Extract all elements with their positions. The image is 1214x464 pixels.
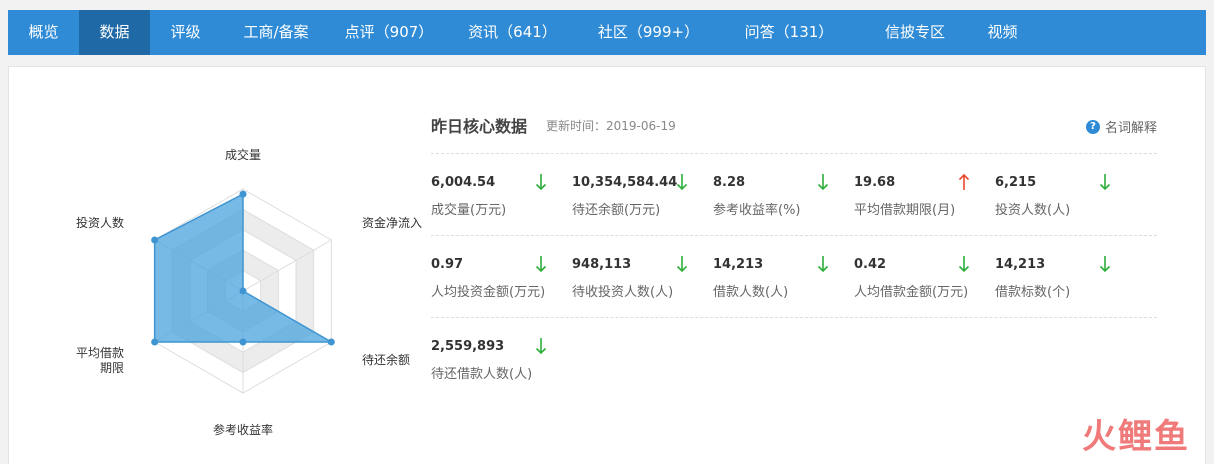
metric-item: 6,004.54 成交量(万元) <box>431 174 561 225</box>
radar-axis-label: 待还余额 <box>362 352 410 367</box>
metric-value: 0.97 <box>431 257 464 272</box>
update-time: 更新时间：2019-06-19 <box>546 119 676 133</box>
arrow-down-icon <box>535 338 547 355</box>
metric-item: 6,215 投资人数(人) <box>995 174 1125 225</box>
metric-label: 待还余额(万元) <box>572 203 661 218</box>
tab-overview[interactable]: 概览 <box>8 10 79 55</box>
metric-label: 借款标数(个) <box>995 285 1071 300</box>
arrow-up-icon <box>958 173 970 190</box>
arrow-down-icon <box>817 174 829 191</box>
radar-axis-label: 资金净流入 <box>362 215 422 230</box>
metric-label: 成交量(万元) <box>431 203 507 218</box>
radar-axis-label: 成交量 <box>225 147 261 162</box>
radar-point[interactable] <box>239 287 247 295</box>
tab-video[interactable]: 视频 <box>971 10 1034 55</box>
tab-qa[interactable]: 问答（131） <box>719 10 859 55</box>
metric-item: 948,113 待收投资人数(人) <box>572 256 702 307</box>
metric-label: 参考收益率(%) <box>713 203 801 218</box>
tab-data[interactable]: 数据 <box>79 10 150 55</box>
arrow-down-icon <box>817 256 829 273</box>
metric-item: 10,354,584.44 待还余额(万元) <box>572 174 702 225</box>
radar-point[interactable] <box>327 338 335 346</box>
watermark-logo: 火鲤鱼 <box>1082 417 1190 457</box>
arrow-down-icon <box>676 174 688 191</box>
core-data-header: 昨日核心数据 更新时间：2019-06-19 ? 名词解释 <box>431 113 1157 137</box>
tab-news[interactable]: 资讯（641） <box>447 10 578 55</box>
data-panel: 成交量资金净流入待还余额参考收益率 平均借款 期限 投资人数 昨日核心数据 更新时间：… <box>8 66 1206 464</box>
top-nav: 概览 数据 评级 工商/备案 点评（907） 资讯（641） 社区（999+） … <box>8 10 1206 55</box>
arrow-down-icon <box>535 174 547 191</box>
divider <box>431 317 1157 318</box>
arrow-down-icon <box>958 256 970 273</box>
glossary-label: 名词解释 <box>1104 121 1157 136</box>
tab-community[interactable]: 社区（999+） <box>578 10 719 55</box>
radar-chart: 成交量资金净流入待还余额参考收益率 平均借款期限 投资人数 <box>76 147 422 437</box>
metric-label: 待还借款人数(人) <box>431 367 533 382</box>
metric-label: 人均借款金额(万元) <box>854 285 969 300</box>
divider <box>431 235 1157 236</box>
glossary-link[interactable]: ? 名词解释 <box>1085 117 1157 136</box>
arrow-down-icon <box>676 256 688 273</box>
metric-label: 待收投资人数(人) <box>572 285 674 300</box>
radar-point[interactable] <box>239 190 247 198</box>
metric-item: 14,213 借款标数(个) <box>995 256 1125 307</box>
arrow-down-icon <box>1099 256 1111 273</box>
help-icon: ? <box>1085 119 1100 134</box>
divider <box>431 153 1157 154</box>
metric-value: 8.28 <box>713 175 746 190</box>
metric-label: 人均投资金额(万元) <box>431 285 546 300</box>
tab-reviews[interactable]: 点评（907） <box>331 10 447 55</box>
radar-axis-label: 平均借款 <box>76 346 124 360</box>
radar-axis-label-line2: 期限 <box>100 361 124 375</box>
metric-label: 平均借款期限(月) <box>854 203 956 218</box>
metric-value: 948,113 <box>572 257 632 272</box>
core-data-title: 昨日核心数据 <box>431 117 528 136</box>
metric-value: 2,559,893 <box>431 339 505 354</box>
radar-axis-label: 投资人数 <box>76 215 124 230</box>
metric-value: 19.68 <box>854 175 896 190</box>
metric-value: 14,213 <box>995 257 1046 272</box>
radar-axis-label: 参考收益率 <box>213 422 273 437</box>
metric-item: 2,559,893 待还借款人数(人) <box>431 338 561 389</box>
metric-item: 19.68 平均借款期限(月) <box>854 173 984 225</box>
tab-disclosure[interactable]: 信披专区 <box>859 10 971 55</box>
metric-item: 14,213 借款人数(人) <box>713 256 843 307</box>
radar-point[interactable] <box>239 338 247 346</box>
tab-business-registration[interactable]: 工商/备案 <box>221 10 331 55</box>
arrow-down-icon <box>1099 174 1111 191</box>
metric-value: 10,354,584.44 <box>572 175 678 190</box>
metric-value: 6,004.54 <box>431 175 496 190</box>
tab-rating[interactable]: 评级 <box>150 10 221 55</box>
metric-value: 14,213 <box>713 257 764 272</box>
metric-item: 8.28 参考收益率(%) <box>713 174 843 225</box>
arrow-down-icon <box>535 256 547 273</box>
metric-item: 0.97 人均投资金额(万元) <box>431 256 561 307</box>
metric-value: 6,215 <box>995 175 1037 190</box>
radar-point[interactable] <box>151 338 159 346</box>
metric-label: 借款人数(人) <box>713 285 789 300</box>
metric-value: 0.42 <box>854 257 887 272</box>
metric-item: 0.42 人均借款金额(万元) <box>854 256 984 307</box>
metric-label: 投资人数(人) <box>995 203 1071 218</box>
radar-point[interactable] <box>151 236 159 244</box>
